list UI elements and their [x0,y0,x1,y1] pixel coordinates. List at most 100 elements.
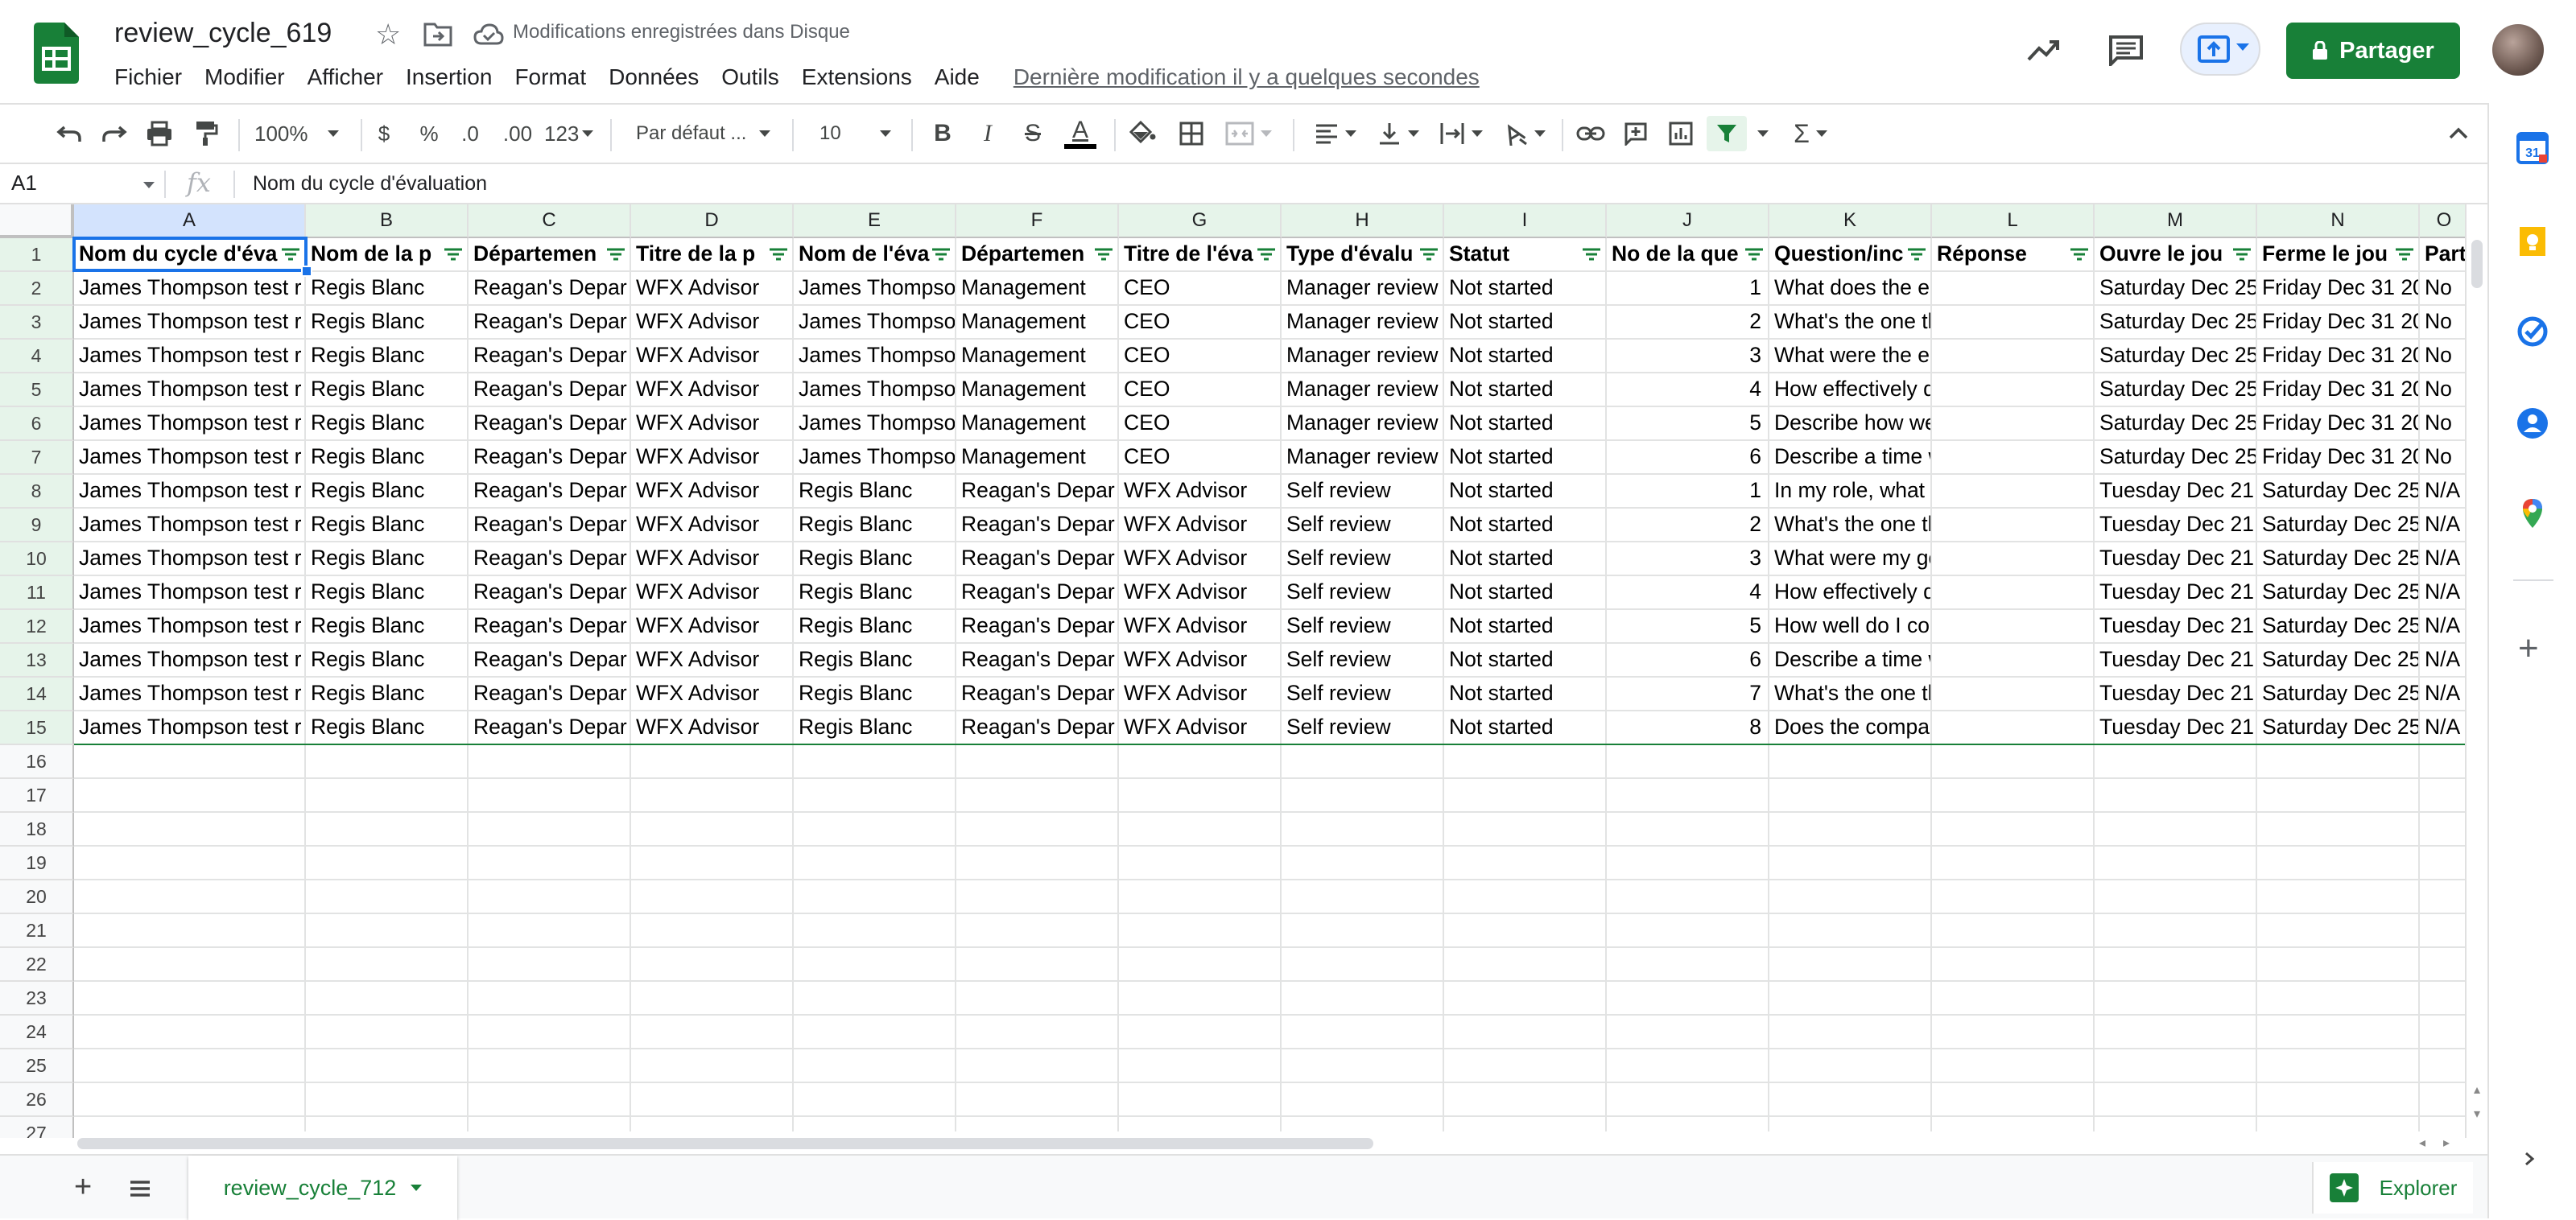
table-cell[interactable] [1932,745,2095,779]
table-cell[interactable] [306,847,469,880]
maps-icon[interactable] [2515,496,2550,531]
header-cell[interactable]: Ouvre le jou [2095,238,2257,272]
menu-insert[interactable]: Insertion [394,64,503,90]
table-cell[interactable] [1932,1016,2095,1049]
table-cell[interactable]: WFX Advisor [631,475,794,509]
column-filter-icon[interactable] [2070,248,2088,261]
table-cell[interactable]: Manager review [1282,340,1444,373]
table-cell[interactable] [2095,1016,2257,1049]
column-header-j[interactable]: J [1607,204,1769,238]
table-cell[interactable]: N/A [2420,475,2465,509]
table-cell[interactable] [956,982,1119,1016]
table-cell[interactable]: WFX Advisor [631,610,794,644]
table-cell[interactable]: Saturday Dec 25 [2095,272,2257,306]
header-cell[interactable]: Ferme le jou [2257,238,2420,272]
column-filter-icon[interactable] [2396,248,2413,261]
table-cell[interactable]: Regis Blanc [794,542,956,576]
table-cell[interactable]: Saturday Dec 25 [2257,711,2420,745]
table-cell[interactable]: Regis Blanc [794,610,956,644]
table-cell[interactable]: Saturday Dec 25 [2257,678,2420,711]
paint-format-icon[interactable] [190,117,222,150]
table-cell[interactable] [1932,779,2095,813]
italic-button[interactable]: I [974,117,1001,150]
table-cell[interactable]: Not started [1444,407,1607,441]
table-cell[interactable] [1282,1016,1444,1049]
table-cell[interactable]: Reagan's Depar [956,542,1119,576]
table-cell[interactable] [1444,982,1607,1016]
table-cell[interactable]: What's the one thing the company [1769,678,1932,711]
row-header-17[interactable]: 17 [0,779,74,813]
table-cell[interactable]: Not started [1444,576,1607,610]
table-cell[interactable] [1282,1083,1444,1117]
menu-tools[interactable]: Outils [710,64,791,90]
table-cell[interactable]: Saturday Dec 25 [2095,340,2257,373]
insert-comment-icon[interactable] [1621,117,1650,150]
undo-icon[interactable] [53,117,85,150]
table-cell[interactable] [1932,475,2095,509]
table-cell[interactable] [1444,914,1607,948]
table-cell[interactable] [1769,813,1932,847]
table-cell[interactable] [1607,1083,1769,1117]
table-cell[interactable]: Management [956,407,1119,441]
table-cell[interactable] [794,745,956,779]
table-cell[interactable] [2257,1049,2420,1083]
table-cell[interactable]: Saturday Dec 25 [2095,306,2257,340]
table-cell[interactable] [1932,610,2095,644]
table-cell[interactable]: Reagan's Depar [469,340,631,373]
text-wrapping-icon[interactable] [1436,117,1486,150]
column-header-g[interactable]: G [1119,204,1282,238]
table-cell[interactable] [1932,542,2095,576]
table-cell[interactable] [1444,880,1607,914]
table-cell[interactable] [2257,813,2420,847]
table-cell[interactable] [1607,982,1769,1016]
keep-icon[interactable] [2515,224,2550,259]
row-header-22[interactable]: 22 [0,948,74,982]
table-cell[interactable] [1119,847,1282,880]
table-cell[interactable] [1607,779,1769,813]
column-header-i[interactable]: I [1444,204,1607,238]
table-cell[interactable]: Self review [1282,509,1444,542]
table-cell[interactable]: N/A [2420,542,2465,576]
table-cell[interactable]: Self review [1282,678,1444,711]
table-cell[interactable]: Regis Blanc [306,441,469,475]
table-cell[interactable] [1932,982,2095,1016]
table-cell[interactable] [2095,948,2257,982]
table-cell[interactable] [306,745,469,779]
table-cell[interactable] [306,1083,469,1117]
table-cell[interactable] [2420,880,2465,914]
table-cell[interactable] [306,982,469,1016]
table-cell[interactable]: Management [956,441,1119,475]
table-cell[interactable]: No [2420,306,2465,340]
table-cell[interactable] [1444,1049,1607,1083]
table-cell[interactable]: Tuesday Dec 21 [2095,610,2257,644]
table-cell[interactable]: 6 [1607,441,1769,475]
table-cell[interactable]: How effectively do I prioritize and [1769,576,1932,610]
table-cell[interactable]: 2 [1607,306,1769,340]
table-cell[interactable] [794,847,956,880]
fill-color-icon[interactable] [1127,117,1159,150]
table-cell[interactable]: Regis Blanc [306,306,469,340]
table-cell[interactable]: Saturday Dec 25 [2257,509,2420,542]
redo-icon[interactable] [98,117,130,150]
column-filter-icon[interactable] [1745,248,1763,261]
table-cell[interactable]: WFX Advisor [1119,475,1282,509]
move-to-folder-icon[interactable] [423,21,452,47]
table-cell[interactable] [2095,1083,2257,1117]
table-cell[interactable]: Tuesday Dec 21 [2095,576,2257,610]
row-header-26[interactable]: 26 [0,1083,74,1117]
table-cell[interactable]: CEO [1119,340,1282,373]
table-cell[interactable] [469,745,631,779]
table-cell[interactable]: Describe a time when the employ [1769,441,1932,475]
row-header-10[interactable]: 10 [0,542,74,576]
table-cell[interactable] [1444,1016,1607,1049]
fill-handle[interactable] [301,266,312,277]
table-cell[interactable]: N/A [2420,610,2465,644]
table-cell[interactable]: Regis Blanc [306,407,469,441]
table-cell[interactable]: Describe how well the employee c [1769,407,1932,441]
vertical-scroll-thumb[interactable] [2471,240,2483,288]
table-cell[interactable] [2257,914,2420,948]
table-cell[interactable]: What were the employee's goals a [1769,340,1932,373]
table-cell[interactable] [2257,779,2420,813]
header-cell[interactable]: Statut [1444,238,1607,272]
table-cell[interactable] [1769,779,1932,813]
